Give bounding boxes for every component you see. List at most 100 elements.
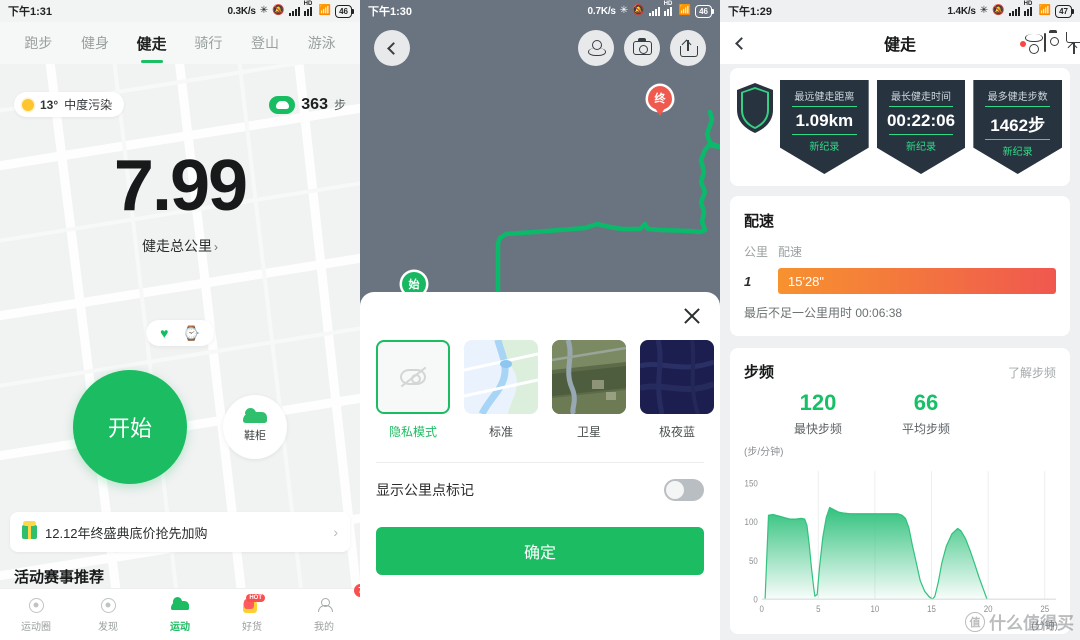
record-label: 最远健走距离 (794, 92, 855, 103)
wifi-icon: 📶 (318, 5, 332, 16)
record-value: 00:22:06 (886, 111, 956, 130)
map-style-label: 标准 (488, 425, 513, 439)
circle-dot-icon (99, 596, 117, 614)
mute-icon: 🔕 (992, 5, 1005, 16)
status-time: 下午1:29 (728, 6, 773, 18)
map-style-standard[interactable]: 标准 (464, 340, 538, 440)
cadence-card: 步频 了解步频 120 最快步频 66 平均步频 (步/分钟) 0 50 100 15… (730, 348, 1070, 634)
weather-air-quality: 中度污染 (64, 98, 113, 112)
status-bar: 下午1:29 1.4K/s ✳ 🔕 HD 📶 47 (720, 0, 1080, 22)
status-time: 下午1:31 (8, 6, 53, 18)
weather-chip[interactable]: 13° 中度污染 (14, 92, 125, 117)
km-marker-switch[interactable] (664, 479, 704, 501)
record-label: 最长健走时间 (891, 92, 951, 103)
tab-walking[interactable]: 健走 (123, 33, 180, 54)
goods-icon: HOT (243, 593, 265, 614)
red-dot-badge (1020, 41, 1026, 47)
tabbar-item-sport[interactable]: 运动 (144, 589, 216, 640)
tabbar-item-discover[interactable]: 发现 (72, 589, 144, 640)
status-netspeed: 0.3K/s (227, 5, 256, 17)
close-icon[interactable] (680, 304, 704, 328)
record-tag: 新纪录 (906, 142, 936, 153)
wifi-icon: 📶 (1038, 5, 1052, 16)
pace-note: 最后不足一公里用时 00:06:38 (744, 306, 903, 320)
cadence-avg-value: 66 (913, 390, 939, 415)
tabbar-label: 我的 (314, 622, 334, 633)
detail-nav-bar: 健走 (720, 22, 1080, 64)
shoe-cabinet-label: 鞋柜 (244, 429, 266, 442)
divider (792, 106, 857, 107)
step-counter[interactable]: 363 步 (269, 95, 346, 114)
cadence-avg-label: 平均步频 (902, 422, 951, 436)
panel-walk-detail: 下午1:29 1.4K/s ✳ 🔕 HD 📶 47 健走 最远健走距离 1.09… (720, 0, 1080, 640)
battery-icon: 46 (335, 4, 354, 18)
svg-text:100: 100 (745, 516, 758, 527)
end-marker: 终 (648, 86, 672, 110)
three-panel-screenshot: 下午1:31 0.3K/s ✳ 🔕 HD 📶 46 跑步 健身 健走 骑行 登山… (0, 0, 1080, 640)
heart-icon[interactable]: ♥ (160, 326, 168, 340)
map-style-label: 隐私模式 (388, 425, 437, 439)
map-pin-button[interactable] (578, 30, 614, 66)
promo-banner[interactable]: 12.12年终盛典底价抢先加购 › (10, 512, 350, 552)
map-style-satellite[interactable]: 卫星 (552, 340, 626, 440)
shoe-cabinet-button[interactable]: 鞋柜 (223, 395, 287, 459)
pace-title: 配速 (744, 213, 775, 230)
battery-icon: 47 (1055, 4, 1074, 18)
learn-cadence-link[interactable]: 了解步频 (1008, 364, 1056, 381)
cadence-header: 步频 了解步频 (744, 361, 1056, 382)
map-style-polarblue[interactable]: 极夜蓝 (640, 340, 714, 440)
events-section-title: 活动赛事推荐 (14, 569, 105, 586)
pace-col-km: 公里 (744, 245, 769, 259)
tab-hiking[interactable]: 登山 (237, 33, 294, 53)
tab-swimming[interactable]: 游泳 (293, 33, 350, 53)
watch-icon[interactable]: ⌚ (182, 326, 199, 340)
bluetooth-icon: ✳ (979, 5, 989, 16)
camera-button[interactable] (1044, 33, 1046, 52)
divider (985, 106, 1051, 107)
cadence-stats: 120 最快步频 66 平均步频 (744, 392, 1056, 437)
tab-fitness[interactable]: 健身 (67, 33, 124, 53)
signal-hd-icon: HD (1023, 1, 1035, 16)
divider (792, 134, 857, 135)
promo-text: 12.12年终盛典底价抢先加购 (45, 525, 208, 541)
tabbar-item-mine[interactable]: 7 我的 (288, 584, 360, 640)
record-badge: 最多健走步数 1462步 新纪录 (973, 80, 1063, 174)
total-distance-block: 7.99 健走总公里 › (0, 150, 360, 256)
weather-steps-row: 13° 中度污染 363 步 (0, 92, 360, 117)
gift-icon (22, 521, 37, 539)
tab-running[interactable]: 跑步 (10, 33, 67, 53)
circle-dot-icon (27, 596, 45, 614)
map-pin-icon (587, 39, 606, 57)
back-button[interactable] (374, 30, 410, 66)
camera-button[interactable] (624, 30, 660, 66)
share-button[interactable] (670, 30, 706, 66)
tabbar-item-goods[interactable]: HOT 好货 (216, 589, 288, 640)
back-button[interactable] (734, 36, 748, 50)
share-icon (680, 39, 698, 57)
svg-text:5: 5 (816, 604, 821, 615)
map-style-label: 极夜蓝 (658, 425, 695, 439)
confirm-button[interactable]: 确定 (376, 527, 704, 575)
km-marker-label: 显示公里点标记 (376, 482, 474, 498)
shield-icon (737, 83, 773, 133)
start-button[interactable]: 开始 (73, 370, 187, 484)
svg-text:15: 15 (927, 604, 936, 615)
record-badge: 最远健走距离 1.09km 新纪录 (780, 80, 869, 174)
record-tag: 新纪录 (1002, 147, 1033, 158)
chevron-right-icon: › (333, 524, 338, 540)
back-icon (735, 36, 748, 50)
cadence-avg: 66 平均步频 (902, 392, 950, 437)
cloud-icon (269, 95, 296, 114)
panel-home-walk: 下午1:31 0.3K/s ✳ 🔕 HD 📶 46 跑步 健身 健走 骑行 登山… (0, 0, 360, 640)
shoe-icon (171, 596, 189, 614)
total-distance-label[interactable]: 健走总公里 › (0, 236, 360, 256)
tabbar-label: 运动圈 (21, 622, 51, 633)
cadence-title: 步频 (744, 364, 775, 381)
tabbar-item-sportcircle[interactable]: 运动圈 (0, 589, 72, 640)
bottom-tab-bar: 运动圈 发现 运动 HOT 好货 7 (0, 584, 360, 640)
status-bar: 下午1:31 0.3K/s ✳ 🔕 HD 📶 46 (0, 0, 360, 22)
tabbar-label: 发现 (98, 622, 118, 633)
tabbar-label: 好货 (242, 622, 262, 633)
map-style-privacy[interactable]: 隐私模式 (376, 340, 450, 440)
tab-cycling[interactable]: 骑行 (180, 33, 237, 53)
